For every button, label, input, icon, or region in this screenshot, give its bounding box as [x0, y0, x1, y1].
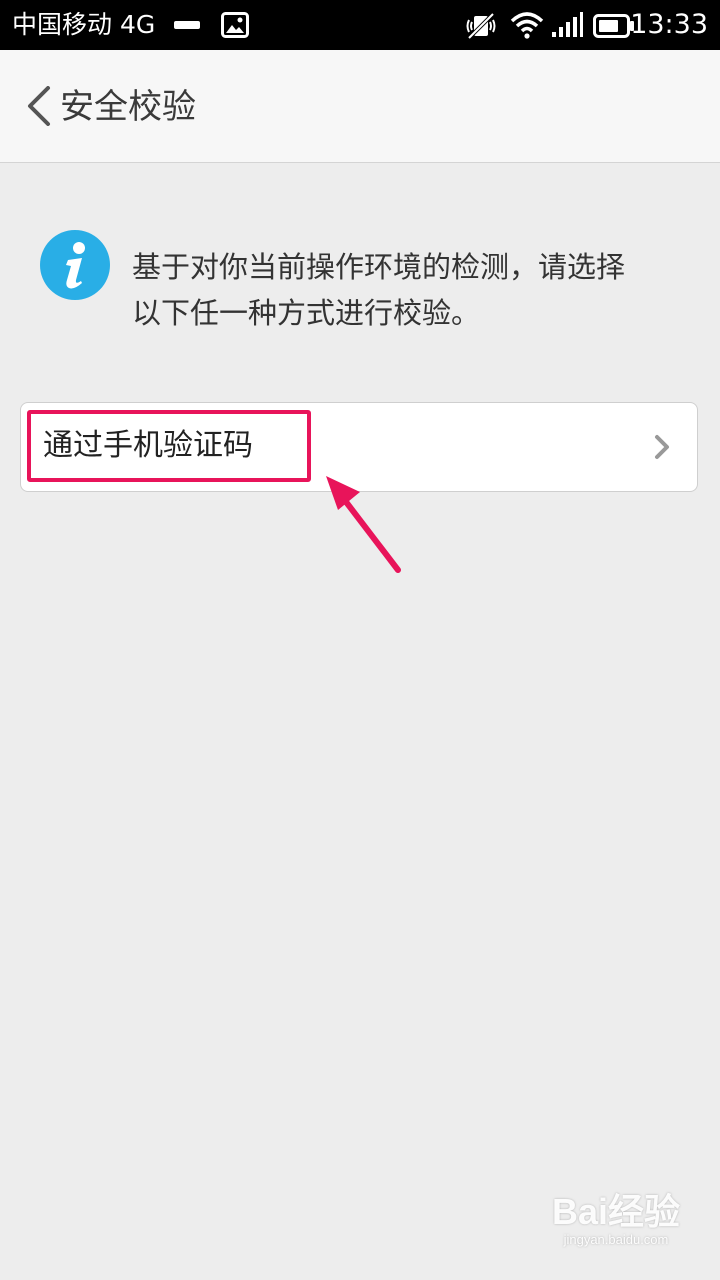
- notice-text: 基于对你当前操作环境的检测，请选择 以下任一种方式进行校验。: [132, 244, 692, 336]
- info-icon: [40, 230, 110, 300]
- notice-line-1: 基于对你当前操作环境的检测，请选择: [132, 250, 626, 284]
- chevron-left-icon: [26, 86, 52, 130]
- mute-icon: [466, 12, 496, 44]
- chevron-right-icon: [653, 434, 671, 464]
- image-notification-icon: [221, 12, 249, 42]
- page-title: 安全校验: [60, 87, 196, 127]
- wifi-icon: [510, 11, 544, 43]
- status-bar: 中国移动 4G 13:33: [0, 0, 720, 50]
- minus-indicator-icon: [174, 21, 200, 29]
- watermark: Bai经验 jingyan.baidu.com: [552, 1192, 680, 1248]
- signal-icon: [550, 12, 584, 42]
- notice-line-2: 以下任一种方式进行校验。: [132, 296, 481, 330]
- option-sms-verification[interactable]: 通过手机验证码: [20, 402, 698, 492]
- back-button[interactable]: 安全校验: [22, 80, 222, 134]
- battery-icon: [593, 14, 635, 42]
- watermark-url: jingyan.baidu.com: [563, 1232, 669, 1247]
- carrier-label: 中国移动 4G: [12, 10, 156, 39]
- watermark-logo: Bai经验: [551, 1191, 680, 1232]
- title-bar: 安全校验: [0, 50, 720, 163]
- option-label: 通过手机验证码: [43, 428, 253, 463]
- clock: 13:33: [630, 9, 708, 40]
